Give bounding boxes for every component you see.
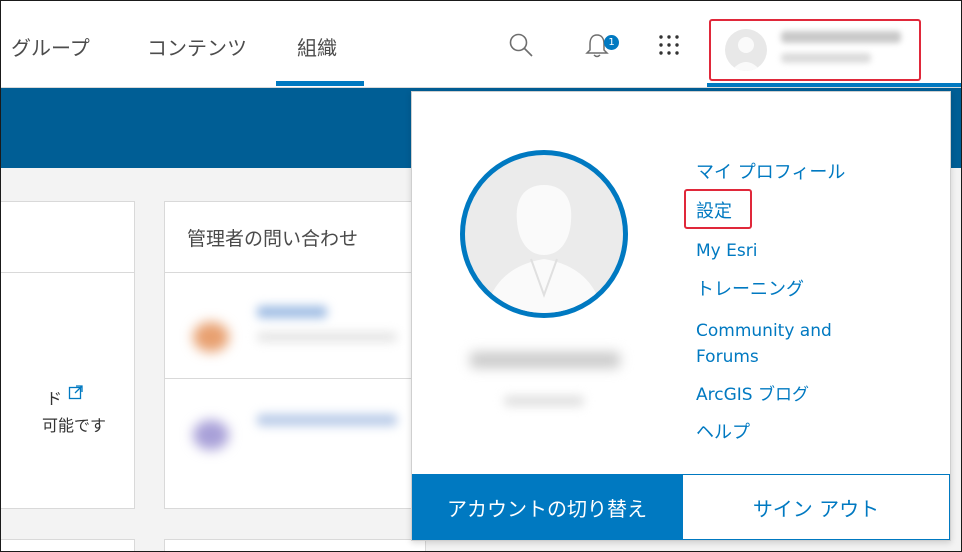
- profile-username-redacted: [504, 396, 584, 406]
- user-dropdown-menu: マイ プロフィール 設定 My Esri トレーニング Community an…: [411, 91, 951, 541]
- user-menu-trigger[interactable]: [709, 19, 921, 81]
- user-menu-active-indicator: [707, 83, 961, 87]
- admin-inquiries-title: 管理者の問い合わせ: [187, 228, 359, 250]
- nav-organization[interactable]: 組織: [297, 32, 337, 61]
- notification-badge: 1: [604, 35, 619, 50]
- menu-my-esri[interactable]: My Esri: [696, 238, 757, 264]
- nav-content[interactable]: コンテンツ: [147, 32, 247, 61]
- blurred-text: [257, 414, 397, 426]
- sign-out-button[interactable]: サイン アウト: [682, 474, 950, 540]
- menu-training[interactable]: トレーニング: [696, 277, 804, 303]
- top-nav: グループ コンテンツ 組織 1: [1, 1, 961, 88]
- menu-help[interactable]: ヘルプ: [696, 420, 750, 446]
- left-card-text-1: ド: [46, 389, 63, 408]
- search-icon[interactable]: [501, 25, 541, 65]
- switch-account-button[interactable]: アカウントの切り替え: [412, 474, 682, 540]
- left-card-text-2: 可能です: [42, 416, 107, 435]
- blurred-avatar: [193, 420, 229, 450]
- nav-active-indicator: [276, 81, 364, 86]
- menu-settings[interactable]: 設定: [696, 199, 732, 225]
- profile-avatar-large: [460, 150, 628, 318]
- external-link-icon[interactable]: [68, 384, 84, 404]
- menu-my-profile[interactable]: マイ プロフィール: [696, 160, 845, 186]
- admin-inquiries-card: 管理者の問い合わせ: [164, 201, 426, 509]
- user-org-redacted: [781, 53, 871, 63]
- profile-name-redacted: [470, 352, 620, 368]
- user-name-redacted: [781, 31, 901, 43]
- blurred-text: [257, 332, 397, 342]
- left-card: ド 可能です: [1, 201, 135, 509]
- app-frame: グループ コンテンツ 組織 1 ド 可能です 管理者の問い合わせ マイ プロフィ…: [0, 0, 962, 552]
- blurred-text: [257, 306, 327, 318]
- menu-arcgis-blog[interactable]: ArcGIS ブログ: [696, 382, 809, 408]
- avatar: [725, 29, 767, 71]
- menu-community-forums[interactable]: Community and Forums: [696, 318, 832, 370]
- nav-groups[interactable]: グループ: [11, 32, 90, 61]
- blurred-avatar: [193, 322, 229, 352]
- app-launcher-icon[interactable]: [649, 25, 689, 65]
